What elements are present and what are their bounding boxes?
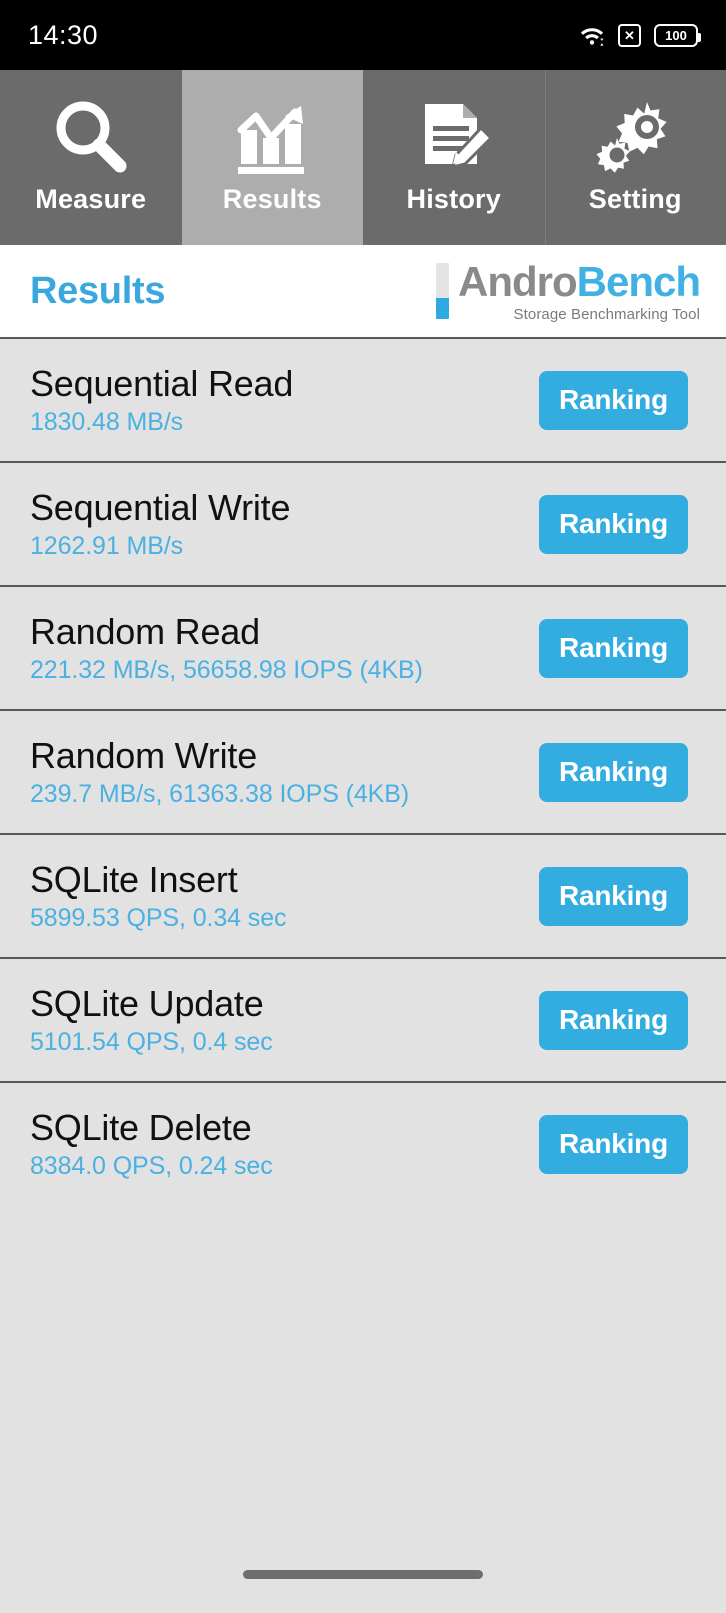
row-text: Random Write 239.7 MB/s, 61363.38 IOPS (… — [30, 737, 409, 807]
row-title: Sequential Write — [30, 486, 291, 528]
logo-text: AndroBench Storage Benchmarking Tool — [457, 257, 701, 323]
row-value: 221.32 MB/s, 56658.98 IOPS (4KB) — [30, 655, 423, 684]
battery-icon: 100 — [654, 23, 701, 47]
tab-results[interactable]: Results — [181, 70, 363, 245]
app-root: 14:30 ✕ 100 Measure Results History Sett… — [0, 0, 726, 1613]
logo-bar-icon — [435, 263, 449, 319]
tab-measure[interactable]: Measure — [0, 70, 182, 245]
top-tab-bar: Measure Results History Setting — [0, 70, 726, 245]
ranking-button[interactable]: Ranking — [538, 370, 688, 430]
androbench-logo: AndroBench Storage Benchmarking Tool — [435, 257, 701, 323]
table-row[interactable]: SQLite Insert 5899.53 QPS, 0.34 sec Rank… — [0, 833, 726, 957]
table-row[interactable]: SQLite Update 5101.54 QPS, 0.4 sec Ranki… — [0, 957, 726, 1081]
row-text: SQLite Insert 5899.53 QPS, 0.34 sec — [30, 858, 287, 932]
magnifier-icon — [48, 92, 134, 182]
table-row[interactable]: Random Read 221.32 MB/s, 56658.98 IOPS (… — [0, 585, 726, 709]
row-title: SQLite Update — [30, 982, 264, 1024]
row-title: SQLite Delete — [30, 1106, 252, 1148]
logo-bar-bottom — [435, 297, 449, 319]
page-header: Results AndroBench Storage Benchmarking … — [0, 245, 726, 337]
row-title: Random Read — [30, 610, 260, 652]
table-row[interactable]: Sequential Write 1262.91 MB/s Ranking — [0, 461, 726, 585]
row-text: SQLite Update 5101.54 QPS, 0.4 sec — [30, 985, 273, 1055]
bar-chart-trend-icon — [229, 92, 315, 182]
row-text: Sequential Write 1262.91 MB/s — [30, 489, 290, 559]
page-title: Results — [30, 269, 166, 312]
row-value: 5101.54 QPS, 0.4 sec — [30, 1027, 273, 1056]
row-value: 1830.48 MB/s — [30, 407, 184, 436]
ranking-button[interactable]: Ranking — [538, 990, 688, 1050]
no-sim-glyph: ✕ — [624, 27, 635, 43]
ranking-button[interactable]: Ranking — [538, 742, 688, 802]
logo-subtitle: Storage Benchmarking Tool — [513, 305, 700, 323]
ranking-button[interactable]: Ranking — [538, 494, 688, 554]
table-row[interactable]: Sequential Read 1830.48 MB/s Ranking — [0, 337, 726, 461]
row-value: 1262.91 MB/s — [30, 531, 184, 560]
system-navigation-bar — [0, 1547, 726, 1613]
tab-history-label: History — [406, 184, 501, 214]
logo-wordmark: AndroBench — [457, 257, 701, 305]
row-text: Random Read 221.32 MB/s, 56658.98 IOPS (… — [30, 613, 423, 683]
row-title: SQLite Insert — [30, 858, 238, 900]
document-pencil-icon — [411, 92, 497, 182]
row-title: Random Write — [30, 734, 258, 776]
row-title: Sequential Read — [30, 362, 294, 404]
row-value: 8384.0 QPS, 0.24 sec — [30, 1151, 273, 1180]
gears-icon — [592, 92, 678, 182]
status-icons: ✕ 100 — [579, 22, 701, 48]
logo-bench: Bench — [576, 257, 701, 305]
no-sim-icon: ✕ — [618, 23, 641, 47]
gesture-home-handle[interactable] — [243, 1569, 483, 1579]
logo-andro: Andro — [457, 257, 578, 305]
status-clock: 14:30 — [28, 19, 99, 50]
ranking-button[interactable]: Ranking — [538, 1114, 688, 1174]
ranking-button[interactable]: Ranking — [538, 618, 688, 678]
row-value: 5899.53 QPS, 0.34 sec — [30, 903, 287, 932]
row-text: Sequential Read 1830.48 MB/s — [30, 365, 293, 435]
tab-setting-label: Setting — [588, 184, 682, 214]
ranking-button[interactable]: Ranking — [538, 866, 688, 926]
results-list: Sequential Read 1830.48 MB/s Ranking Seq… — [0, 337, 726, 1205]
row-text: SQLite Delete 8384.0 QPS, 0.24 sec — [30, 1109, 273, 1179]
tab-setting[interactable]: Setting — [544, 70, 726, 245]
battery-level-label: 100 — [665, 27, 687, 43]
table-row[interactable]: Random Write 239.7 MB/s, 61363.38 IOPS (… — [0, 709, 726, 833]
tab-results-label: Results — [222, 184, 322, 214]
logo-bar-top — [435, 263, 449, 298]
table-row[interactable]: SQLite Delete 8384.0 QPS, 0.24 sec Ranki… — [0, 1081, 726, 1205]
row-value: 239.7 MB/s, 61363.38 IOPS (4KB) — [30, 779, 410, 808]
tab-history[interactable]: History — [363, 70, 545, 245]
status-bar: 14:30 ✕ 100 — [0, 0, 726, 70]
wifi-icon — [579, 22, 605, 48]
tab-measure-label: Measure — [35, 184, 147, 214]
